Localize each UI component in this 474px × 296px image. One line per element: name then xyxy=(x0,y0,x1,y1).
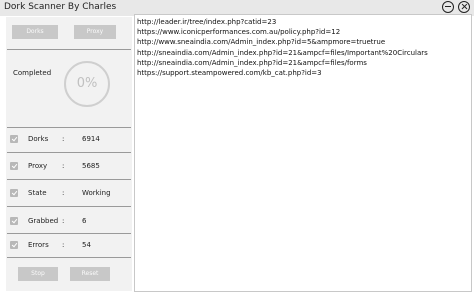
control-panel: Dorks Proxy Completed 0% Dorks : 6914 Pr… xyxy=(6,17,132,291)
stat-label: Grabbed xyxy=(28,217,59,225)
checkbox-proxy[interactable] xyxy=(10,162,18,170)
reset-button[interactable]: Reset xyxy=(70,267,110,281)
checkbox-state[interactable] xyxy=(10,189,18,197)
stat-label: Dorks xyxy=(28,135,49,143)
stat-colon: : xyxy=(62,162,65,170)
divider xyxy=(7,127,131,128)
stat-label: Proxy xyxy=(28,162,48,170)
proxy-button[interactable]: Proxy xyxy=(74,25,116,39)
stat-row-state: State : Working xyxy=(6,188,132,200)
stat-label: Errors xyxy=(28,241,49,249)
window-title: Dork Scanner By Charles xyxy=(4,2,117,12)
stat-row-errors: Errors : 54 xyxy=(6,240,132,252)
close-icon[interactable] xyxy=(458,1,470,13)
result-url[interactable]: https://www.iconicperformances.com.au/po… xyxy=(137,27,428,37)
divider xyxy=(7,49,131,50)
divider xyxy=(7,179,131,180)
stat-value: 5685 xyxy=(82,162,100,170)
checkbox-errors[interactable] xyxy=(10,241,18,249)
results-panel[interactable]: http://leader.ir/tree/index.php?catid=23… xyxy=(134,14,472,292)
result-url[interactable]: http://www.sneaindia.com/Admin_index.php… xyxy=(137,37,428,47)
divider xyxy=(7,257,131,258)
result-url[interactable]: http://sneaindia.com/Admin_index.php?id=… xyxy=(137,48,428,58)
result-url[interactable]: http://sneaindia.com/Admin_index.php?id=… xyxy=(137,58,428,68)
result-url[interactable]: https://support.steampowered.com/kb_cat.… xyxy=(137,68,428,78)
progress-percent: 0% xyxy=(76,76,98,91)
stat-value: 54 xyxy=(82,241,91,249)
stat-label: State xyxy=(28,189,47,197)
stat-colon: : xyxy=(62,217,65,225)
stat-row-proxy: Proxy : 5685 xyxy=(6,161,132,173)
result-url[interactable]: http://leader.ir/tree/index.php?catid=23 xyxy=(137,17,428,27)
stat-row-dorks: Dorks : 6914 xyxy=(6,134,132,146)
checkbox-grabbed[interactable] xyxy=(10,217,18,225)
divider xyxy=(7,206,131,207)
stat-value: 6914 xyxy=(82,135,100,143)
stop-button[interactable]: Stop xyxy=(18,267,58,281)
dorks-button[interactable]: Dorks xyxy=(12,25,58,39)
stat-value: 6 xyxy=(82,217,87,225)
minimize-icon[interactable] xyxy=(442,1,454,13)
divider xyxy=(7,233,131,234)
stat-colon: : xyxy=(62,135,65,143)
stat-colon: : xyxy=(62,189,65,197)
progress-ring: 0% xyxy=(64,61,110,107)
divider xyxy=(7,152,131,153)
stat-colon: : xyxy=(62,241,65,249)
results-list: http://leader.ir/tree/index.php?catid=23… xyxy=(137,17,428,78)
checkbox-dorks[interactable] xyxy=(10,135,18,143)
completed-label: Completed xyxy=(13,69,52,77)
stat-row-grabbed: Grabbed : 6 xyxy=(6,216,132,228)
stat-value: Working xyxy=(82,189,111,197)
